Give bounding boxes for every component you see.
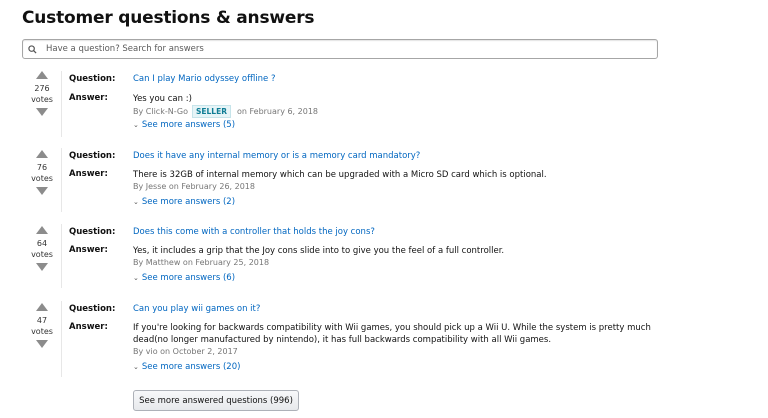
question-label: Question: [69, 151, 116, 161]
vote-count: 76 [36, 163, 48, 172]
answer-text: Yes, it includes a grip that the Joy con… [133, 246, 505, 256]
upvote-arrow-icon[interactable] [36, 150, 48, 158]
see-more-answers-label: See more answers (20) [141, 362, 241, 372]
see-more-answers-label: See more answers (2) [141, 197, 236, 207]
divider [61, 71, 62, 137]
see-more-answers-label: See more answers (6) [141, 273, 236, 283]
qa-item: 276 votes Question: Can I play Mario ody… [0, 71, 768, 141]
answer-label: Answer: [69, 93, 108, 103]
vote-count: 276 [34, 84, 50, 93]
vote-widget: 276 votes [28, 71, 56, 116]
qa-item: 47 votes Question: Can you play wii game… [0, 301, 768, 381]
search-box[interactable] [22, 39, 658, 59]
answer-line: If you're looking for backwards compatib… [133, 323, 651, 333]
upvote-arrow-icon[interactable] [36, 71, 48, 79]
author-name: By Click-N-Go [133, 107, 188, 116]
downvote-arrow-icon[interactable] [36, 263, 48, 271]
question-link[interactable]: Can I play Mario odyssey offline ? [133, 74, 276, 84]
divider [61, 224, 62, 288]
question-label: Question: [69, 304, 116, 314]
see-more-answers-link[interactable]: ⌄ See more answers (5) [133, 120, 235, 130]
chevron-down-icon: ⌄ [133, 363, 139, 371]
vote-count: 64 [36, 239, 48, 248]
votes-label: votes [31, 250, 53, 259]
qa-item: 64 votes Question: Does this come with a… [0, 224, 768, 290]
answer-label: Answer: [69, 169, 108, 179]
votes-label: votes [31, 174, 53, 183]
seller-badge: SELLER [191, 105, 231, 118]
answer-label: Answer: [69, 245, 108, 255]
answer-byline: By Jesse on February 26, 2018 [133, 182, 255, 191]
question-label: Question: [69, 74, 116, 84]
question-link[interactable]: Can you play wii games on it? [133, 304, 260, 314]
upvote-arrow-icon[interactable] [36, 226, 48, 234]
answer-text: If you're looking for backwards compatib… [133, 322, 653, 346]
vote-widget: 47 votes [28, 303, 56, 348]
question-label: Question: [69, 227, 116, 237]
downvote-arrow-icon[interactable] [36, 108, 48, 116]
answer-text: Yes you can :) [133, 94, 192, 104]
answer-date: on February 6, 2018 [236, 107, 319, 116]
downvote-arrow-icon[interactable] [36, 187, 48, 195]
question-link[interactable]: Does it have any internal memory or is a… [133, 151, 420, 161]
answer-label: Answer: [69, 322, 108, 332]
downvote-arrow-icon[interactable] [36, 340, 48, 348]
vote-widget: 76 votes [28, 150, 56, 195]
see-more-answered-questions-button[interactable]: See more answered questions (996) [133, 390, 299, 411]
chevron-down-icon: ⌄ [133, 198, 139, 206]
see-more-answers-label: See more answers (5) [141, 120, 236, 130]
see-more-answers-link[interactable]: ⌄ See more answers (2) [133, 197, 235, 207]
answer-byline: By vio on October 2, 2017 [133, 347, 238, 356]
search-input[interactable] [46, 41, 646, 57]
search-icon [28, 44, 44, 54]
chevron-down-icon: ⌄ [133, 121, 139, 129]
answer-byline: By Matthew on February 25, 2018 [133, 258, 270, 267]
votes-label: votes [31, 327, 53, 336]
answer-text: There is 32GB of internal memory which c… [133, 170, 547, 180]
question-link[interactable]: Does this come with a controller that ho… [133, 227, 375, 237]
votes-label: votes [31, 95, 53, 104]
answer-byline: By Click-N-Go SELLER on February 6, 2018 [133, 105, 318, 118]
divider [61, 148, 62, 212]
divider [61, 301, 62, 377]
chevron-down-icon: ⌄ [133, 274, 139, 282]
vote-widget: 64 votes [28, 226, 56, 271]
qa-item: 76 votes Question: Does it have any inte… [0, 148, 768, 214]
upvote-arrow-icon[interactable] [36, 303, 48, 311]
answer-line: dead(no longer manufactured by nintendo)… [133, 335, 552, 345]
see-more-answers-link[interactable]: ⌄ See more answers (6) [133, 273, 235, 283]
vote-count: 47 [36, 316, 48, 325]
see-more-answers-link[interactable]: ⌄ See more answers (20) [133, 362, 240, 372]
page-title: Customer questions & answers [22, 8, 315, 28]
